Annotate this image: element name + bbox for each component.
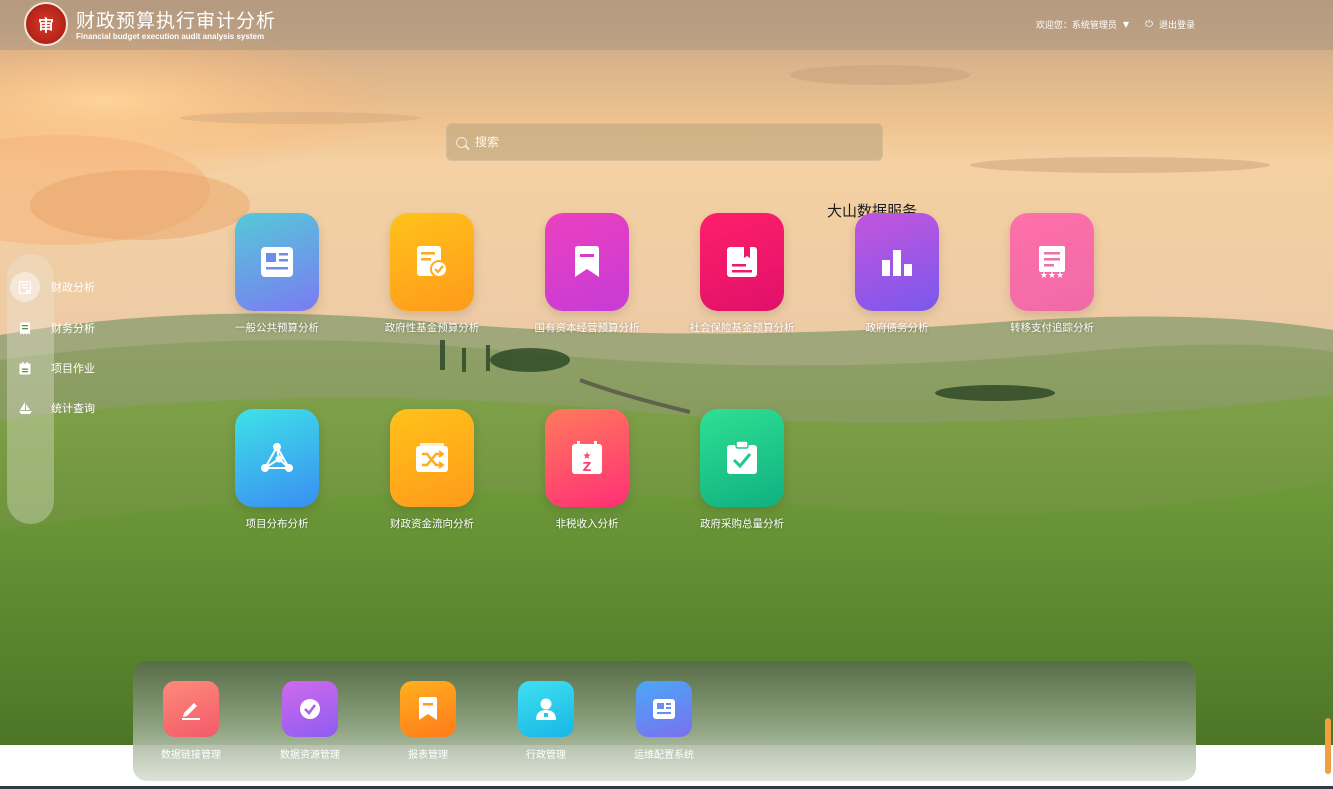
bottom-dock: 数据链接管理 数据资源管理 报表管理 行政管理 运维配置系统 [133, 661, 1196, 781]
user-area: 欢迎您：系统管理员 ▼ ⏻ 退出登录 [1036, 18, 1195, 31]
newspaper-icon [235, 213, 319, 311]
search-icon [456, 136, 467, 148]
tile-label: 财政资金流向分析 [390, 518, 474, 530]
sidebar-item-stat-query[interactable]: 统计查询 [16, 394, 95, 422]
audit-seal-logo: 审 [24, 2, 68, 46]
svg-text:★★★: ★★★ [1040, 271, 1064, 279]
tile-label: 政府采购总量分析 [700, 518, 784, 530]
tile-general-public-budget[interactable]: 一般公共预算分析 [202, 213, 352, 335]
tile-social-insurance-budget[interactable]: 社会保险基金预算分析 [667, 213, 817, 335]
sidebar-item-label: 项目作业 [51, 362, 95, 375]
tile-label: 非税收入分析 [555, 518, 619, 530]
sidebar-item-label: 财政分析 [51, 281, 95, 294]
dock-item-ops-config[interactable]: 运维配置系统 [616, 681, 712, 761]
search-bar[interactable] [446, 123, 883, 161]
sidebar-item-label: 财务分析 [51, 322, 95, 335]
tile-label: 国有资本经营预算分析 [534, 322, 640, 334]
bookmark-icon [545, 213, 629, 311]
tile-label: 项目分布分析 [245, 518, 309, 530]
book-icon [700, 213, 784, 311]
tax-icon: ★ Z [545, 409, 629, 507]
receipt-icon [16, 319, 34, 337]
tile-label: 转移支付追踪分析 [1010, 322, 1094, 334]
ledger-icon [10, 272, 40, 302]
user-badge-icon [518, 681, 574, 737]
network-icon [235, 409, 319, 507]
power-icon[interactable]: ⏻ [1145, 19, 1153, 30]
tile-project-distribution[interactable]: 项目分布分析 [202, 409, 352, 531]
tile-label: 政府债务分析 [865, 322, 929, 334]
tile-label: 社会保险基金预算分析 [689, 322, 795, 334]
tile-government-procurement[interactable]: 政府采购总量分析 [667, 409, 817, 531]
calendar-icon [16, 359, 34, 377]
chevron-down-icon[interactable]: ▼ [1123, 20, 1129, 29]
bookmark-icon [400, 681, 456, 737]
dock-label: 运维配置系统 [634, 750, 694, 761]
app-subtitle: Financial budget execution audit analysi… [76, 32, 265, 41]
dock-label: 行政管理 [526, 750, 566, 761]
tile-label: 政府性基金预算分析 [384, 322, 480, 334]
landscape-illustration [0, 0, 1333, 745]
dock-label: 数据资源管理 [280, 750, 340, 761]
tile-government-debt[interactable]: 政府债务分析 [822, 213, 972, 335]
sidebar-item-fiscal-analysis[interactable]: 财政分析 [10, 272, 95, 302]
search-input[interactable] [473, 134, 857, 150]
bar-chart-icon [855, 213, 939, 311]
dock-item-report[interactable]: 报表管理 [380, 681, 476, 761]
dock-item-data-link[interactable]: 数据链接管理 [143, 681, 239, 761]
tile-government-fund-budget[interactable]: 政府性基金预算分析 [357, 213, 507, 335]
certificate-icon: ★★★ [1010, 213, 1094, 311]
tile-label: 一般公共预算分析 [235, 322, 319, 334]
tile-fund-flow[interactable]: 财政资金流向分析 [357, 409, 507, 531]
sailboat-icon [16, 399, 34, 417]
pencil-icon [163, 681, 219, 737]
clipboard-check-icon [700, 409, 784, 507]
tile-state-capital-budget[interactable]: 国有资本经营预算分析 [512, 213, 662, 335]
dock-label: 数据链接管理 [161, 750, 221, 761]
svg-text:Z: Z [583, 460, 592, 474]
app-title: 财政预算执行审计分析 [76, 10, 277, 32]
dock-label: 报表管理 [408, 750, 448, 761]
top-header: 审 财政预算执行审计分析 Financial budget execution … [0, 0, 1333, 50]
check-circle-icon [282, 681, 338, 737]
background-landscape [0, 0, 1333, 745]
document-check-icon [390, 213, 474, 311]
logout-link[interactable]: 退出登录 [1159, 18, 1195, 31]
sidebar-item-project-work[interactable]: 项目作业 [16, 354, 95, 382]
sidebar-item-label: 统计查询 [51, 402, 95, 415]
tile-transfer-payment[interactable]: ★★★ 转移支付追踪分析 [977, 213, 1127, 335]
user-welcome[interactable]: 欢迎您：系统管理员 [1036, 18, 1117, 31]
sidebar-item-finance-analysis[interactable]: 财务分析 [16, 314, 95, 342]
dock-item-data-resource[interactable]: 数据资源管理 [262, 681, 358, 761]
shuffle-icon [390, 409, 474, 507]
newspaper-icon [636, 681, 692, 737]
tile-non-tax-revenue[interactable]: ★ Z 非税收入分析 [512, 409, 662, 531]
scrollbar-thumb[interactable] [1325, 718, 1331, 774]
dock-item-administration[interactable]: 行政管理 [498, 681, 594, 761]
